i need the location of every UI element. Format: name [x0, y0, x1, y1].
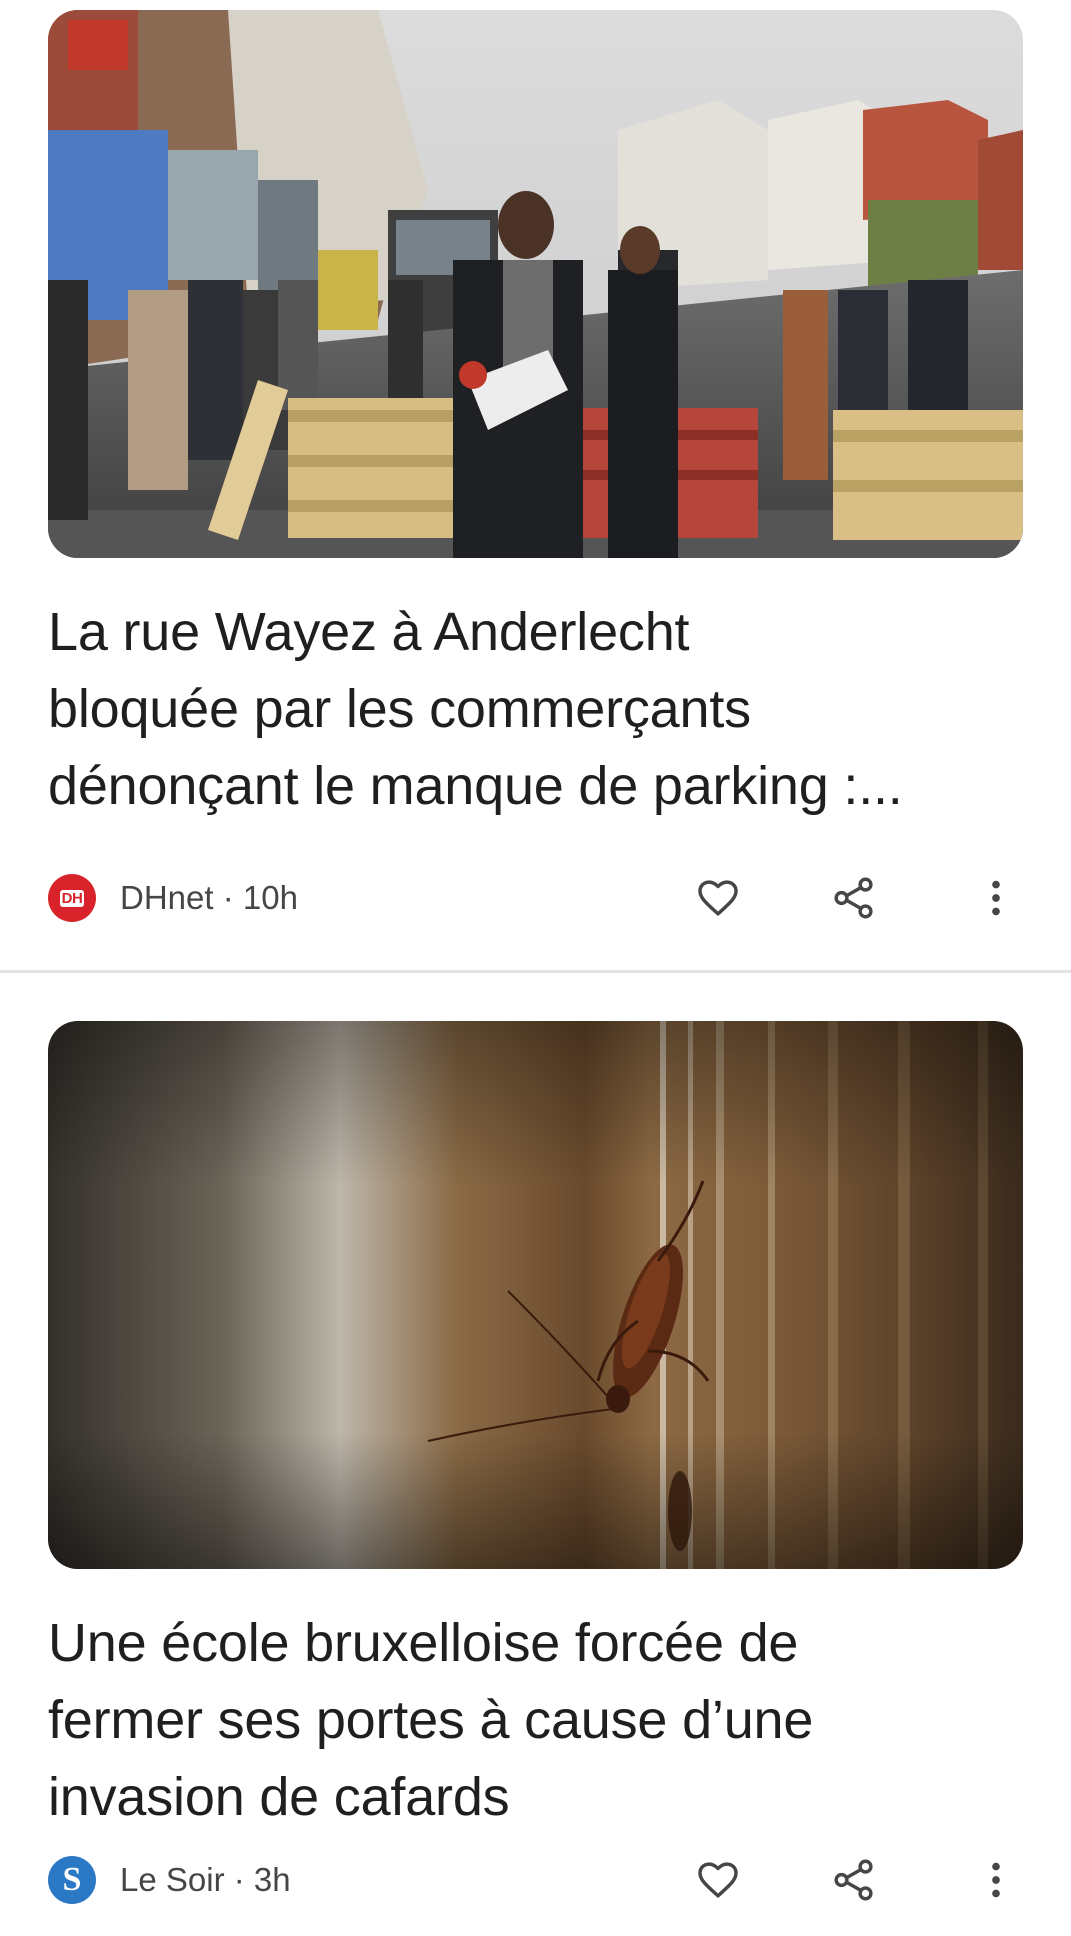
- headline-line: Une école bruxelloise forcée de: [48, 1613, 799, 1673]
- like-button[interactable]: [688, 1850, 748, 1910]
- article-meta: DH DHnet · 10h: [48, 868, 1023, 928]
- article-image[interactable]: [48, 10, 1023, 558]
- article-image[interactable]: [48, 1021, 1023, 1569]
- article-headline[interactable]: Une école bruxelloise forcée de fermer s…: [48, 1605, 1038, 1836]
- more-options-button[interactable]: [966, 868, 1026, 928]
- headline-line: dénonçant le manque de parking :...: [48, 756, 903, 816]
- le-soir-logo-mark: S: [62, 1861, 82, 1898]
- like-button[interactable]: [688, 868, 748, 928]
- logo-letter: D: [61, 889, 73, 907]
- article-card[interactable]: Une école bruxelloise forcée de fermer s…: [0, 973, 1071, 1936]
- source-and-time: DHnet · 10h: [120, 879, 298, 916]
- source-logo: S: [48, 1856, 96, 1904]
- share-icon: [834, 877, 873, 919]
- more-options-button[interactable]: [966, 1850, 1026, 1910]
- headline-line: bloquée par les commerçants: [48, 679, 751, 739]
- more-vert-icon: [992, 880, 1000, 916]
- logo-letter: H: [72, 889, 83, 907]
- source-logo: DH: [48, 874, 96, 922]
- dh-logo-mark: DH: [59, 889, 85, 907]
- share-button[interactable]: [824, 1850, 884, 1910]
- source-and-time: Le Soir · 3h: [120, 1861, 291, 1898]
- headline-line: La rue Wayez à Anderlecht: [48, 602, 690, 662]
- article-meta: S Le Soir · 3h: [48, 1850, 1023, 1910]
- headline-line: fermer ses portes à cause d’une: [48, 1690, 814, 1750]
- share-button[interactable]: [824, 868, 884, 928]
- heart-outline-icon: [698, 1862, 738, 1898]
- news-feed: La rue Wayez à Anderlecht bloquée par le…: [0, 0, 1071, 1936]
- cockroach-photo: [48, 1021, 1023, 1569]
- more-vert-icon: [992, 1862, 1000, 1898]
- heart-outline-icon: [698, 880, 738, 916]
- article-card[interactable]: La rue Wayez à Anderlecht bloquée par le…: [0, 0, 1071, 970]
- share-icon: [834, 1859, 873, 1901]
- article-headline[interactable]: La rue Wayez à Anderlecht bloquée par le…: [48, 594, 1038, 825]
- street-protest-photo: [48, 10, 1023, 558]
- headline-line: invasion de cafards: [48, 1767, 510, 1827]
